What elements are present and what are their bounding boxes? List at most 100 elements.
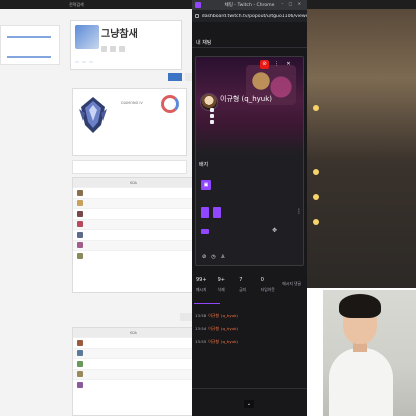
action-button-1[interactable] [201,207,209,218]
donation-alert-feed [307,9,416,288]
chat-message[interactable]: 13:58 이규형 (q_hyuk) [195,313,307,319]
gift-row [201,226,209,237]
stat-value: 9+ [217,277,225,283]
table-row[interactable] [73,218,193,229]
champion-icon [77,189,83,196]
emoji-icon [313,194,319,200]
chat-handle: (q_hyuk) [220,339,238,345]
alert-line [313,169,321,176]
star-icon [210,120,214,124]
tab-messages[interactable]: 99+ 메시지 [196,277,218,293]
table-body [73,187,193,261]
nav-item[interactable]: 전적검색 [69,2,84,8]
tab-bans[interactable]: 7 금지 [239,277,261,293]
user-message-log: 13:58 이규형 (q_hyuk) 13:54 이규형 (q_hyuk) 13:55 이… [195,313,307,352]
alert-line [313,194,321,201]
card-header-actions: ⊘ ⋮ ✕ [260,60,293,69]
stat-chip [89,61,93,63]
alert-line [313,105,321,112]
rank-detail: DIAMOND IV [121,101,143,107]
lock-icon [195,14,199,18]
table-body [73,337,193,390]
subscriber-badge-icon: ▣ [201,180,211,190]
viewer-username[interactable]: 이규형 (q_hyuk) [220,94,272,104]
winrate-donut [161,95,179,113]
table-row[interactable] [73,379,193,390]
chat-username[interactable]: 이규형 [208,326,219,331]
window-controls[interactable]: – □ ✕ [281,1,303,6]
window-titlebar[interactable]: 채팅 - Twitch - Chrome – □ ✕ [192,0,307,10]
emoji-icon [313,105,319,111]
stat-label: 메시지 [196,287,207,292]
diamond-emblem-icon [79,97,107,133]
table-row[interactable] [73,239,193,250]
ban-icon[interactable]: ⊘ [260,60,269,69]
summoner-profile-card: 그냥참새 [70,20,182,70]
champion-icon [77,221,83,228]
champion-icon [77,360,83,367]
table-header: KDA [73,328,193,337]
chat-username[interactable]: 이규형 [208,339,219,344]
table-row[interactable] [73,187,193,198]
ban-icon[interactable]: ⊘ [202,254,206,260]
chat-handle: (q_hyuk) [220,326,238,332]
rank-tier: DIAMOND IV [121,101,143,105]
overlay-topbar [307,0,416,9]
action-button-2[interactable] [213,207,221,218]
viewer-info [210,107,217,125]
champion-icon [77,339,83,346]
champion-stats-table: KDA [72,177,194,293]
alert-line [313,219,321,226]
gift-sub-button[interactable] [201,229,209,234]
chat-header: 내 채팅 [192,34,307,48]
renew-button[interactable] [168,73,182,81]
heart-icon [210,114,214,118]
champion-icon [77,242,83,249]
table-row[interactable] [73,337,193,348]
side-banner [0,25,60,65]
badge-icon [101,46,107,52]
more-icon[interactable]: ⋮ [272,60,281,69]
chat-message[interactable]: 13:54 이규형 (q_hyuk) [195,326,307,332]
chat-username[interactable]: 이규형 [208,313,219,318]
stat-label: 타임아웃 [260,287,275,292]
table-header-cell[interactable]: KDA [127,181,140,185]
streamer-hair [339,294,381,318]
vip-icon[interactable]: ♙ [221,254,225,260]
table-header-cell[interactable]: KDA [127,331,140,335]
emoji-icon [313,169,319,175]
table-row[interactable] [73,368,193,379]
stat-label: 삭제 [217,287,225,292]
table-row[interactable] [73,358,193,369]
tab-timeouts[interactable]: 0 타임아웃 [261,277,283,293]
tab-deleted[interactable]: 9+ 삭제 [218,277,240,293]
summoner-name: 그냥참새 [101,29,138,40]
timestamp: 13:54 [195,326,207,332]
champion-icon [77,350,83,357]
stat-value: 0 [260,277,264,283]
more-actions-icon[interactable]: ⋮ [296,208,302,215]
stat-label: 금지 [239,287,247,292]
table-row[interactable] [73,208,193,219]
stat-chip [75,61,79,63]
table-row[interactable] [73,197,193,208]
twitch-chat-window: 채팅 - Twitch - Chrome – □ ✕ dashboard.twi… [192,0,307,416]
timeout-icon[interactable]: ◷ [211,254,215,260]
table-row[interactable] [73,229,193,240]
mod-action-row [201,207,221,218]
table-row[interactable] [73,347,193,358]
stat-value: 99+ [196,277,207,283]
url-text[interactable]: dashboard.twitch.tv/popout/u/tguo1106/vi… [202,14,307,19]
move-icon[interactable]: ✥ [272,227,277,234]
timestamp: 13:55 [195,339,207,345]
active-tab-indicator [194,303,220,304]
address-bar[interactable]: dashboard.twitch.tv/popout/u/tguo1106/vi… [192,10,307,22]
close-icon[interactable]: ✕ [284,60,293,69]
chat-message[interactable]: 13:55 이규형 (q_hyuk) [195,339,307,345]
champion-stats-table-2: KDA [72,327,194,416]
tab-replies[interactable]: 메시지 댓글 [282,277,304,293]
scroll-down-icon[interactable]: ⌄ [244,400,254,408]
streamer-body [329,348,393,416]
webcam-feed [323,290,416,416]
table-row[interactable] [73,250,193,261]
